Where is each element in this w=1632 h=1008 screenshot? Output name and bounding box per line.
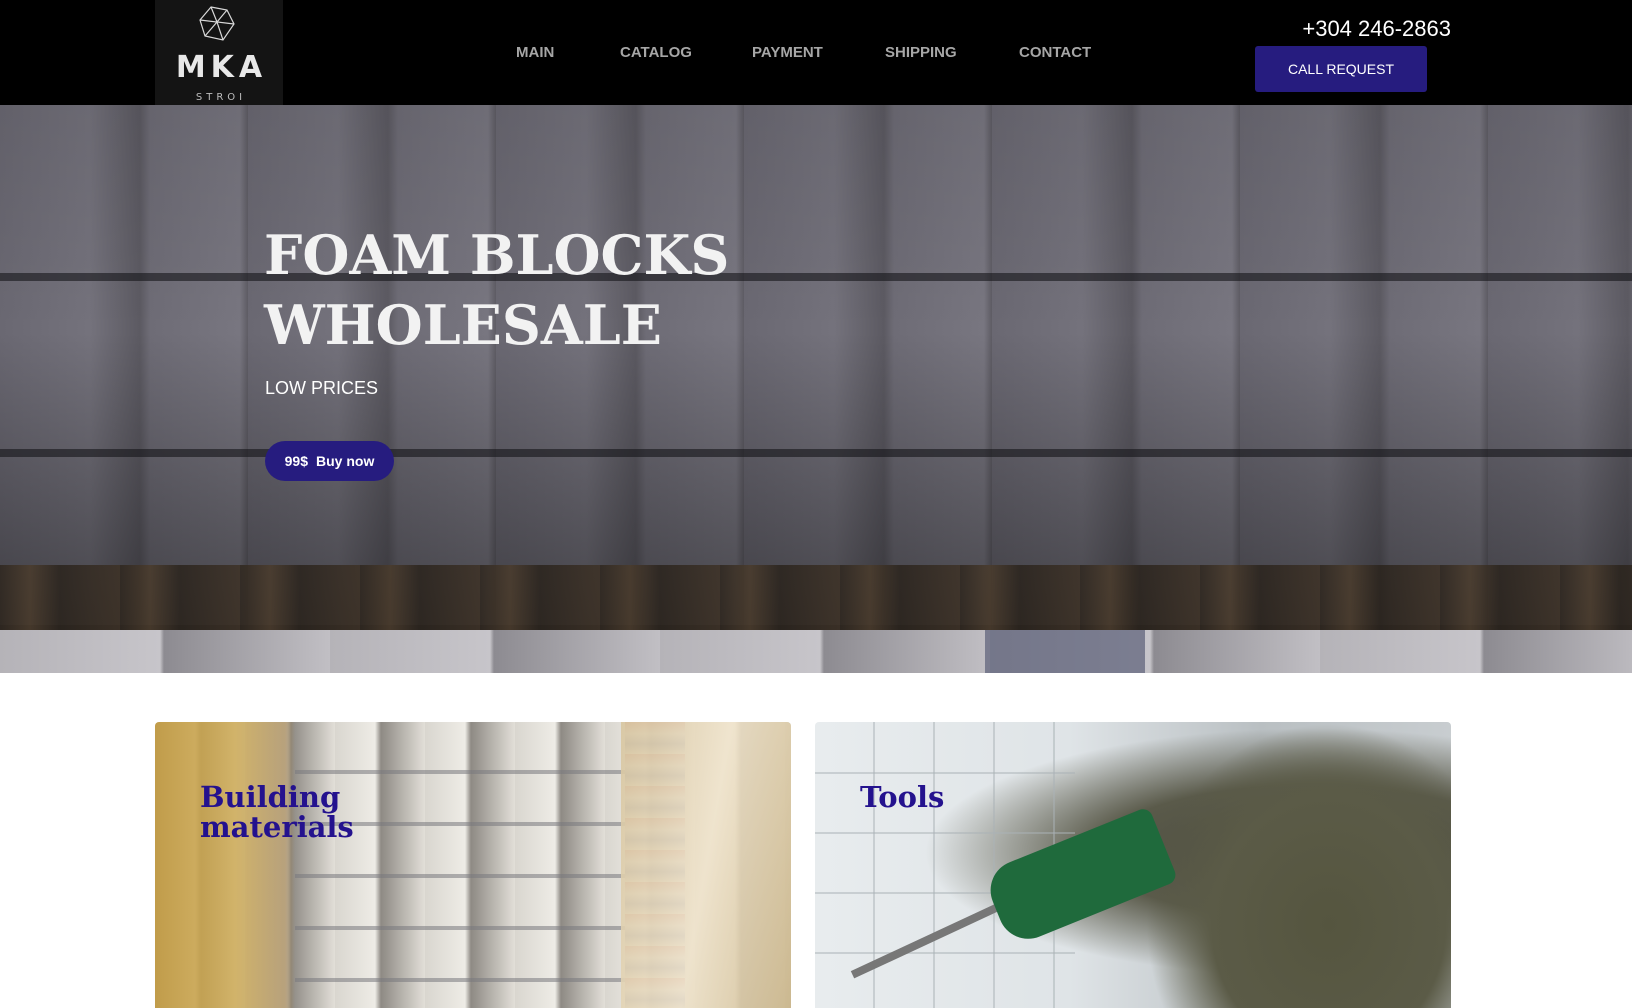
nav-item-contact[interactable]: CONTACT [1019, 44, 1091, 61]
nav-item-payment[interactable]: PAYMENT [752, 44, 823, 61]
logo-subtext: STROI [195, 92, 247, 103]
site-header: MKA STROI MAIN CATALOG PAYMENT SHIPPING … [0, 0, 1632, 105]
buy-now-button[interactable]: 99$ Buy now [265, 441, 394, 481]
category-card-building-materials[interactable]: Building materials [155, 722, 791, 1008]
price-label: 99$ [284, 453, 308, 469]
logo[interactable]: MKA STROI [155, 0, 283, 105]
call-request-button[interactable]: CALL REQUEST [1255, 46, 1427, 92]
category-title: Building materials [200, 782, 354, 842]
hero-title-line-2: WHOLESALE [264, 293, 662, 357]
hero-floor-blocks [0, 630, 1632, 673]
buy-now-label: Buy now [316, 453, 375, 469]
hero-banner: FOAM BLOCKS WHOLESALE LOW PRICES 99$ Buy… [0, 105, 1632, 673]
nav-item-shipping[interactable]: SHIPPING [885, 44, 957, 61]
hero-floor-accent [985, 630, 1145, 673]
category-title: Tools [860, 780, 945, 814]
category-title-line-1: Building [200, 780, 341, 814]
hero-title-line-1: FOAM BLOCKS [264, 223, 730, 287]
warehouse-shelves-image [295, 722, 625, 1008]
hero-pallets [0, 565, 1632, 635]
gem-icon [199, 6, 235, 41]
hero-title: FOAM BLOCKS WHOLESALE [264, 220, 729, 360]
worker-image [1145, 722, 1451, 1008]
category-title-line-2: materials [200, 810, 354, 844]
nav-item-main[interactable]: MAIN [516, 44, 554, 61]
logo-text: MKA [175, 50, 268, 85]
category-card-tools[interactable]: Tools [815, 722, 1451, 1008]
phone-number[interactable]: +304 246-2863 [1302, 16, 1451, 42]
lumber-stack-image [621, 722, 791, 1008]
hero-subtitle: LOW PRICES [265, 378, 379, 398]
nav-item-catalog[interactable]: CATALOG [620, 44, 692, 61]
